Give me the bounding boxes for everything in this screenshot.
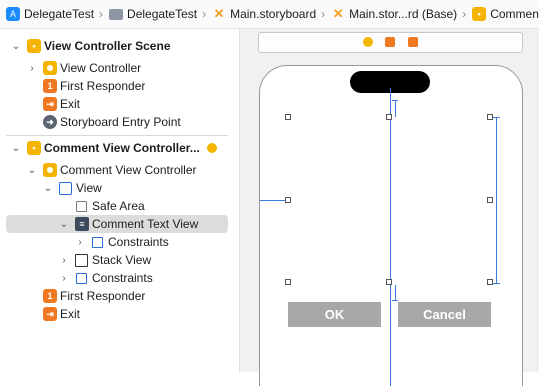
stack-view-icon [75, 253, 88, 267]
crumb-storyboard[interactable]: ✕ Main.storyboard [212, 6, 317, 21]
chevron-right-icon[interactable]: › [59, 255, 69, 266]
constraints-icon [76, 272, 87, 284]
view-controller-icon[interactable] [363, 37, 373, 47]
constraint-line [496, 117, 497, 283]
view-controller-icon [43, 61, 57, 75]
resize-handle[interactable] [487, 197, 493, 203]
first-responder-icon: 1 [43, 79, 57, 93]
first-responder-icon: 1 [43, 289, 57, 303]
crumb-folder[interactable]: DelegateTest [109, 7, 197, 21]
outline-item-safe-area[interactable]: Safe Area [0, 197, 238, 215]
scene-header-view-controller[interactable]: ⌄ ▪ View Controller Scene [0, 37, 238, 55]
chevron-right-icon[interactable]: › [27, 63, 37, 74]
resize-handle[interactable] [285, 114, 291, 120]
app-icon: A [6, 7, 20, 21]
outline-item-exit-2[interactable]: ⇥ Exit [0, 305, 238, 323]
constraint-line [395, 285, 396, 300]
safe-area-icon [76, 200, 87, 212]
outline-item-entry-point[interactable]: ➜ Storyboard Entry Point [0, 113, 238, 131]
constraint-line [392, 100, 398, 101]
chevron-right-icon: › [99, 7, 104, 21]
outline-item-first-responder-2[interactable]: 1 First Responder [0, 287, 238, 305]
chevron-down-icon[interactable]: ⌄ [27, 165, 37, 176]
exit-icon[interactable] [408, 37, 418, 47]
resize-handle[interactable] [386, 114, 392, 120]
chevron-right-icon[interactable]: › [75, 237, 85, 248]
crumb-storyboard-base[interactable]: ✕ Main.stor...rd (Base) [331, 6, 458, 21]
chevron-right-icon: › [202, 7, 207, 21]
storyboard-icon: ✕ [213, 6, 225, 21]
jump-bar: A DelegateTest › DelegateTest › ✕ Main.s… [0, 0, 539, 29]
scene-icon: ▪ [27, 39, 41, 53]
scene-icon: ▪ [27, 141, 41, 155]
cancel-button[interactable]: Cancel [398, 302, 491, 327]
device-frame: OK Cancel [259, 65, 523, 386]
scene-dock[interactable] [258, 32, 523, 53]
view-controller-icon [43, 163, 57, 177]
outline-item-view[interactable]: ⌄ View [0, 179, 238, 197]
chevron-down-icon[interactable]: ⌄ [11, 41, 21, 52]
resize-handle[interactable] [487, 279, 493, 285]
scene-icon: ▪ [472, 7, 487, 21]
constraint-line [390, 88, 391, 386]
chevron-down-icon[interactable]: ⌄ [11, 143, 21, 154]
storyboard-icon: ✕ [332, 6, 344, 21]
resize-handle[interactable] [487, 114, 493, 120]
resize-handle[interactable] [285, 279, 291, 285]
chevron-right-icon[interactable]: › [59, 273, 69, 284]
crumb-scene[interactable]: ▪ Commen...l [472, 7, 539, 21]
scene-header-comment-view-controller[interactable]: ⌄ ▪ Comment View Controller... [0, 139, 238, 157]
outline-item-exit[interactable]: ⇥ Exit [0, 95, 238, 113]
outline-item-text-view-constraints[interactable]: › Constraints [0, 233, 238, 251]
chevron-down-icon[interactable]: ⌄ [59, 219, 69, 230]
text-view-icon: ≡ [75, 217, 89, 231]
outline-item-comment-view-controller[interactable]: ⌄ Comment View Controller [0, 161, 238, 179]
view-icon [59, 181, 72, 195]
constraint-line [395, 100, 396, 117]
constraints-icon [92, 236, 103, 248]
storyboard-canvas[interactable]: OK Cancel [239, 29, 539, 386]
exit-icon: ⇥ [43, 307, 57, 321]
resize-handle[interactable] [285, 197, 291, 203]
constraint-line [492, 117, 500, 118]
folder-icon [109, 8, 124, 20]
crumb-project[interactable]: A DelegateTest [6, 7, 94, 21]
outline-item-constraints[interactable]: › Constraints [0, 269, 238, 287]
resize-handle[interactable] [386, 279, 392, 285]
constraint-line [260, 200, 288, 201]
outline-item-comment-text-view[interactable]: ⌄ ≡ Comment Text View [6, 215, 228, 233]
status-dot-icon [207, 143, 217, 153]
divider [6, 135, 228, 136]
entry-point-icon: ➜ [43, 115, 57, 129]
constraint-line [392, 300, 398, 301]
chevron-right-icon: › [462, 7, 467, 21]
document-outline: ⌄ ▪ View Controller Scene › View Control… [0, 29, 238, 372]
chevron-right-icon: › [321, 7, 326, 21]
first-responder-icon[interactable] [385, 37, 395, 47]
constraint-line [492, 283, 500, 284]
exit-icon: ⇥ [43, 97, 57, 111]
ok-button[interactable]: OK [288, 302, 381, 327]
chevron-down-icon[interactable]: ⌄ [43, 183, 53, 194]
outline-item-first-responder[interactable]: 1 First Responder [0, 77, 238, 95]
outline-item-view-controller[interactable]: › View Controller [0, 59, 238, 77]
outline-item-stack-view[interactable]: › Stack View [0, 251, 238, 269]
